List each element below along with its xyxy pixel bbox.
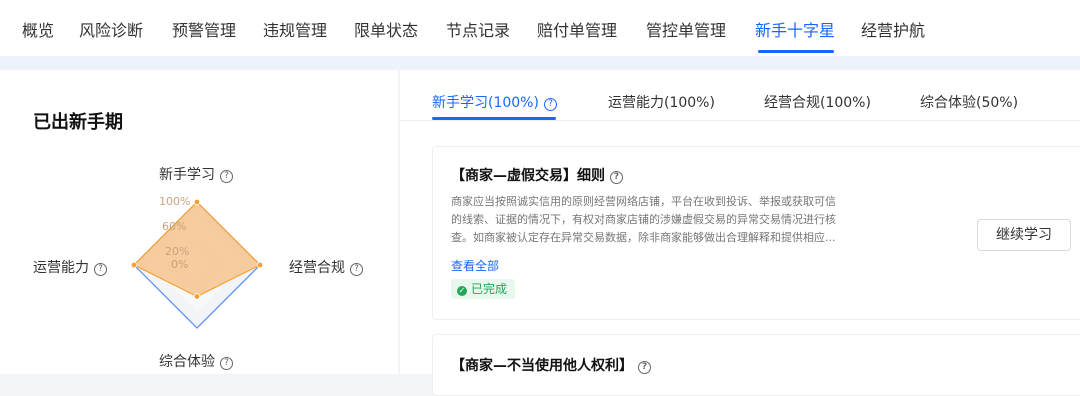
status-card: 已出新手期 新手学习? 经营合规? 综合体验? 运营能力? 100% 60% 2…: [0, 70, 398, 374]
radar-point: [193, 198, 201, 206]
learning-item-description: 商家应当按照诚实信用的原则经营网络店铺，平台在收到投诉、举报或获取可信 的线索、…: [451, 193, 891, 247]
nav-item-risk-diagnosis[interactable]: 风险诊断: [79, 17, 143, 41]
description-line: 商家应当按照诚实信用的原则经营网络店铺，平台在收到投诉、举报或获取可信: [451, 195, 836, 208]
help-icon[interactable]: ?: [543, 98, 557, 111]
help-icon[interactable]: ?: [220, 357, 233, 370]
help-icon[interactable]: ?: [610, 171, 623, 184]
radar-label-compliance: 经营合规?: [289, 257, 363, 277]
radar-chart: [130, 198, 264, 329]
nav-item-compensation[interactable]: 赔付单管理: [537, 17, 617, 41]
radar-point: [193, 293, 201, 300]
continue-learning-button[interactable]: 继续学习: [977, 219, 1071, 251]
active-tab-indicator: [432, 117, 556, 120]
nav-item-overview[interactable]: 概览: [22, 17, 54, 41]
nav-item-order-limit-status[interactable]: 限单状态: [354, 17, 418, 41]
tab-operations[interactable]: 运营能力(100%): [608, 92, 715, 112]
radar-tick-60: 60%: [162, 220, 187, 233]
help-icon[interactable]: ?: [638, 361, 651, 374]
description-line: 查。如商家被认定存在异常交易数据，除非商家能够做出合理解释和提供相应...: [451, 231, 836, 244]
nav-item-violation-management[interactable]: 违规管理: [263, 17, 327, 41]
check-circle-icon: ✓: [457, 286, 467, 296]
learning-item-title: 【商家—不当使用他人权利】?: [451, 355, 651, 375]
help-icon[interactable]: ?: [94, 263, 107, 276]
status-badge: ✓ 已完成: [451, 279, 516, 299]
radar-tick-20: 20%: [165, 245, 190, 258]
radar-point: [256, 261, 264, 269]
radar-label-newbie-learning: 新手学习?: [159, 164, 233, 184]
learning-panel: 新手学习(100%)? 运营能力(100%) 经营合规(100%) 综合体验(5…: [400, 70, 1080, 396]
help-icon[interactable]: ?: [350, 263, 363, 276]
nav-item-control-orders[interactable]: 管控单管理: [646, 17, 726, 41]
description-line: 的线索、证据的情况下，有权对商家店铺的涉嫌虚假交易的异常交易情况进行核: [451, 213, 836, 226]
active-nav-indicator: [758, 50, 834, 53]
radar-label-experience: 综合体验?: [159, 351, 233, 371]
separator-band: [0, 56, 1080, 70]
nav-item-newbie-star[interactable]: 新手十字星: [755, 17, 835, 41]
tab-newbie-learning[interactable]: 新手学习(100%)?: [432, 92, 557, 112]
nav-item-node-records[interactable]: 节点记录: [446, 17, 510, 41]
learning-item-title: 【商家—虚假交易】细则?: [451, 165, 623, 185]
radar-label-operations: 运营能力?: [33, 257, 107, 277]
learning-item-card: 【商家—虚假交易】细则? 商家应当按照诚实信用的原则经营网络店铺，平台在收到投诉…: [432, 146, 1080, 320]
tab-experience[interactable]: 综合体验(50%): [920, 92, 1018, 112]
radar-tick-100: 100%: [159, 195, 191, 208]
view-all-link[interactable]: 查看全部: [451, 257, 499, 274]
help-icon[interactable]: ?: [220, 170, 233, 183]
tab-compliance[interactable]: 经营合规(100%): [764, 92, 871, 112]
top-navigation: 概览 风险诊断 预警管理 违规管理 限单状态 节点记录 赔付单管理 管控单管理 …: [0, 0, 1080, 57]
status-text: 已完成: [471, 282, 508, 296]
learning-item-card: 【商家—不当使用他人权利】?: [432, 334, 1080, 396]
radar-point: [130, 261, 138, 269]
category-tabs: 新手学习(100%)? 运营能力(100%) 经营合规(100%) 综合体验(5…: [400, 70, 1080, 121]
nav-item-warning-management[interactable]: 预警管理: [172, 17, 236, 41]
nav-item-business-escort[interactable]: 经营护航: [861, 17, 925, 41]
radar-tick-0: 0%: [171, 258, 189, 271]
